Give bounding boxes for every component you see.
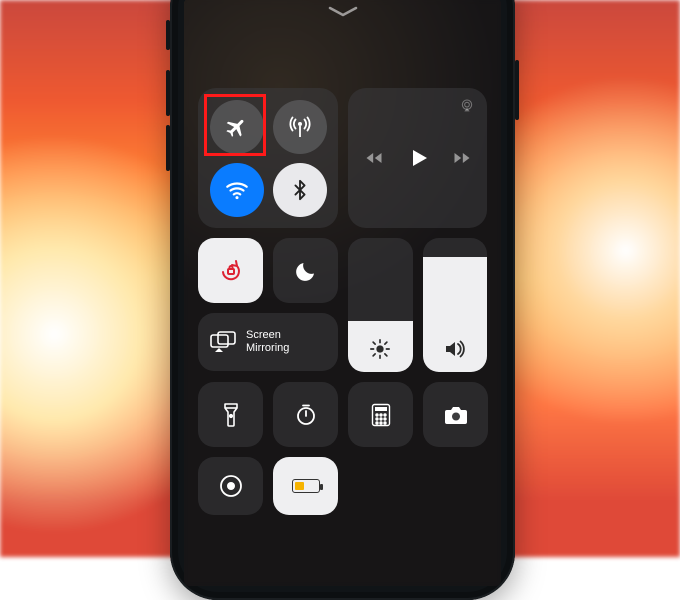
volume-slider[interactable]: [423, 238, 488, 372]
cellular-antenna-icon: [287, 114, 313, 140]
airplane-icon: [225, 115, 249, 139]
airplay-icon: [459, 98, 475, 114]
mute-switch: [166, 20, 170, 50]
low-power-mode-toggle[interactable]: [273, 457, 338, 515]
volume-icon: [423, 338, 488, 360]
record-icon: [218, 473, 244, 499]
connectivity-panel[interactable]: [198, 88, 338, 228]
media-controls-panel[interactable]: [348, 88, 487, 228]
drag-handle-icon[interactable]: [328, 6, 358, 18]
control-center: Screen Mirroring: [184, 88, 501, 515]
camera-button[interactable]: [423, 382, 488, 447]
bluetooth-icon: [289, 179, 311, 201]
timer-button[interactable]: [273, 382, 338, 447]
phone-screen: Screen Mirroring: [184, 0, 501, 586]
flashlight-button[interactable]: [198, 382, 263, 447]
play-button[interactable]: [406, 146, 430, 170]
power-button: [515, 60, 519, 120]
brightness-slider[interactable]: [348, 238, 413, 372]
do-not-disturb-toggle[interactable]: [273, 238, 338, 303]
fast-forward-button[interactable]: [452, 148, 472, 168]
orientation-lock-toggle[interactable]: [198, 238, 263, 303]
flashlight-icon: [222, 402, 240, 428]
airplane-mode-toggle[interactable]: [210, 100, 264, 154]
screen-mirroring-button[interactable]: Screen Mirroring: [198, 313, 338, 371]
screen-record-button[interactable]: [198, 457, 263, 515]
calculator-button[interactable]: [348, 382, 413, 447]
iphone-frame: Screen Mirroring: [170, 0, 515, 600]
screen-mirroring-label: Screen Mirroring: [246, 329, 289, 354]
wifi-icon: [224, 177, 250, 203]
screen-mirroring-icon: [210, 331, 236, 353]
bluetooth-toggle[interactable]: [273, 163, 327, 217]
control-center-sheet: Screen Mirroring: [184, 0, 501, 586]
camera-icon: [443, 404, 469, 426]
wifi-toggle[interactable]: [210, 163, 264, 217]
rewind-button[interactable]: [364, 148, 384, 168]
timer-icon: [294, 403, 318, 427]
battery-icon: [292, 479, 320, 493]
volume-down-button: [166, 125, 170, 171]
volume-up-button: [166, 70, 170, 116]
brightness-icon: [348, 338, 413, 360]
cellular-data-toggle[interactable]: [273, 100, 327, 154]
moon-icon: [294, 259, 318, 283]
calculator-icon: [371, 403, 391, 427]
orientation-lock-icon: [217, 257, 245, 285]
